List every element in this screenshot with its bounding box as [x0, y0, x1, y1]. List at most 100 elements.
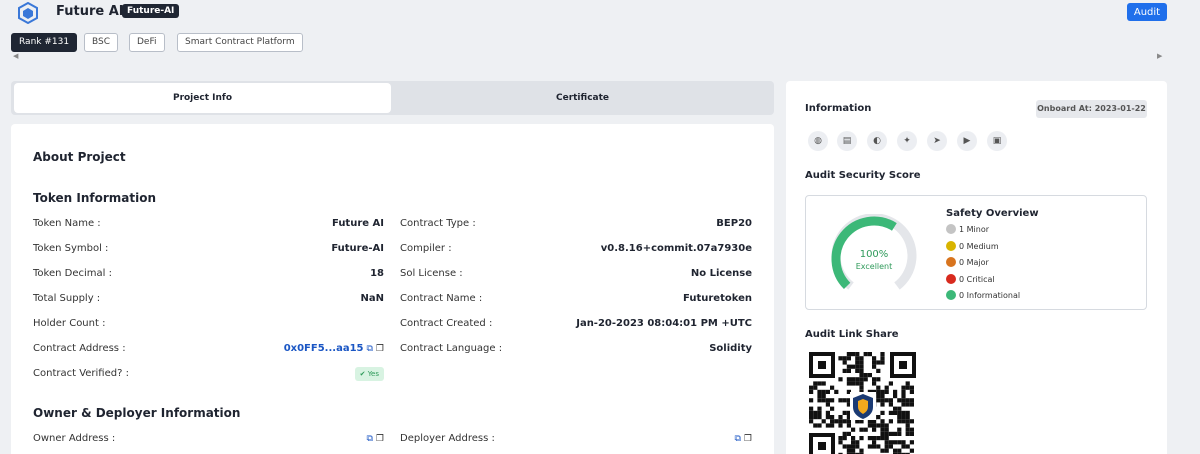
qr-module [901, 402, 906, 407]
qr-module [842, 368, 847, 373]
deployer-address-label: Deployer Address : [400, 433, 495, 444]
total-supply-label: Total Supply : [33, 293, 101, 304]
qr-module [876, 398, 881, 403]
qr-module [884, 444, 889, 449]
project-name: Future AI [56, 4, 124, 19]
tab-project-info[interactable]: Project Info [14, 83, 391, 113]
qr-module [901, 444, 906, 449]
copy-icon[interactable]: ❐ [376, 434, 384, 444]
qr-module [859, 368, 864, 373]
qr-module [884, 427, 889, 432]
sol-license-label: Sol License : [400, 268, 463, 279]
qr-module [834, 419, 839, 424]
chain-tag[interactable]: BSC [84, 33, 119, 52]
token-name-label: Token Name : [33, 218, 101, 229]
qr-module [846, 381, 851, 386]
qr-module [838, 440, 843, 445]
qr-module [880, 448, 885, 453]
qr-module [821, 394, 826, 399]
qr-module [905, 402, 910, 407]
qr-module [872, 377, 877, 382]
qr-module [851, 448, 856, 453]
audit-button[interactable]: Audit [1127, 3, 1167, 21]
external-link-icon[interactable]: ⧉ [366, 344, 372, 354]
qr-module [838, 398, 843, 403]
qr-module [855, 444, 860, 449]
qr-module [897, 419, 902, 424]
github-icon[interactable]: ◐ [867, 131, 887, 151]
owner-deployer-heading: Owner & Deployer Information [33, 406, 241, 420]
security-score-box: 100% Excellent Safety Overview 1 Minor 0… [805, 195, 1147, 310]
qr-module [884, 389, 889, 394]
scroll-left-arrow-icon[interactable]: ◀ [13, 52, 18, 60]
qr-module [817, 394, 822, 399]
qr-module [909, 385, 914, 390]
owner-address-actions: ⧉ ❐ [363, 433, 384, 444]
copy-icon[interactable]: ❐ [376, 344, 384, 354]
qr-module [897, 415, 902, 420]
finding-minor: 1 Minor [946, 224, 989, 234]
qr-module [880, 423, 885, 428]
external-link-icon[interactable]: ⧉ [366, 434, 372, 444]
qr-module [813, 410, 818, 415]
telegram-icon[interactable]: ➤ [927, 131, 947, 151]
medium-icon[interactable]: ▣ [987, 131, 1007, 151]
qr-module [909, 440, 914, 445]
finding-critical-label: 0 Critical [959, 275, 995, 284]
globe-icon[interactable]: ◍ [808, 131, 828, 151]
qr-module [893, 389, 898, 394]
document-icon[interactable]: ▤ [837, 131, 857, 151]
youtube-icon[interactable]: ▶ [957, 131, 977, 151]
qr-module [888, 402, 893, 407]
external-link-icon[interactable]: ⧉ [734, 434, 740, 444]
qr-module [867, 352, 872, 357]
qr-module [830, 406, 835, 411]
tab-certificate[interactable]: Certificate [391, 83, 774, 113]
qr-module [893, 448, 898, 453]
owner-address-label: Owner Address : [33, 433, 116, 444]
qr-module [838, 419, 843, 424]
qr-module [838, 436, 843, 441]
qr-module [884, 436, 889, 441]
twitter-icon[interactable]: ✦ [897, 131, 917, 151]
qr-module [851, 377, 856, 382]
qr-module [867, 423, 872, 428]
qr-module [880, 356, 885, 361]
qr-module [905, 381, 910, 386]
qr-module [867, 373, 872, 378]
sol-license-value: No License [690, 268, 752, 279]
category-tag[interactable]: DeFi [129, 33, 165, 52]
qr-module [880, 352, 885, 357]
finding-major: 0 Major [946, 257, 989, 267]
qr-module [830, 419, 835, 424]
qr-module [880, 402, 885, 407]
qr-module [817, 410, 822, 415]
qr-module [876, 368, 881, 373]
deployer-address-actions: ⧉ ❐ [731, 433, 752, 444]
scroll-right-arrow-icon[interactable]: ▶ [1157, 52, 1162, 60]
contract-address-label: Contract Address : [33, 343, 126, 354]
contract-type-value: BEP20 [716, 218, 752, 229]
qr-module [905, 410, 910, 415]
qr-module [817, 389, 822, 394]
qr-module [813, 385, 818, 390]
qr-module [880, 410, 885, 415]
qr-module [872, 360, 877, 365]
deployer-address-row: Deployer Address : ⧉ ❐ [400, 433, 752, 447]
qr-module [905, 415, 910, 420]
qr-module [846, 352, 851, 357]
contract-address-link[interactable]: 0x0FF5...aa15 [284, 343, 364, 354]
qr-code[interactable] [809, 352, 916, 454]
platform-tag[interactable]: Smart Contract Platform [177, 33, 303, 52]
total-supply-value: NaN [360, 293, 385, 304]
copy-icon[interactable]: ❐ [744, 434, 752, 444]
contract-verified-row: Contract Verified? : ✔ Yes [33, 367, 384, 382]
qr-module [838, 423, 843, 428]
qr-module [825, 423, 830, 428]
contract-type-row: Contract Type : BEP20 [400, 218, 752, 232]
qr-module [905, 427, 910, 432]
qr-module [876, 415, 881, 420]
qr-module [909, 402, 914, 407]
qr-module [855, 368, 860, 373]
qr-module [909, 398, 914, 403]
